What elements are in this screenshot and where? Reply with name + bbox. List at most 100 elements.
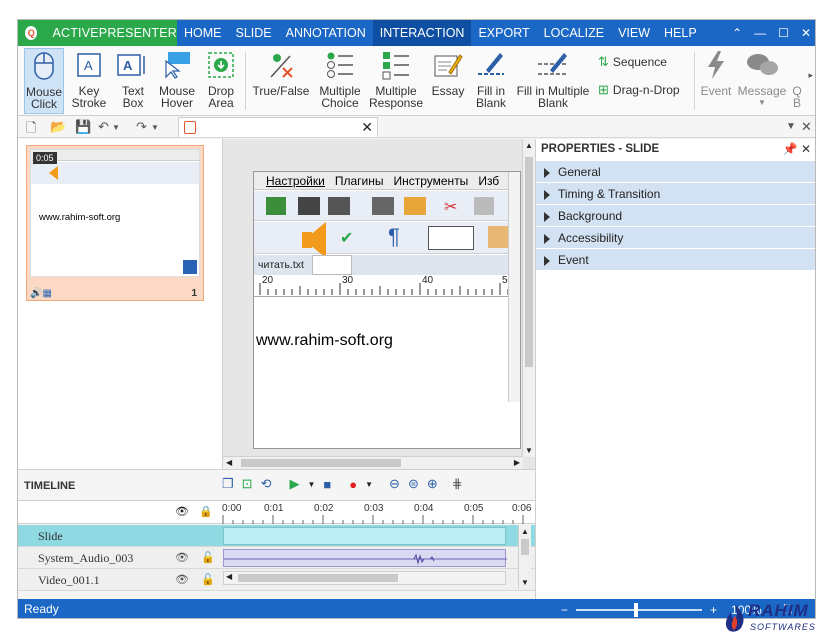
section-general[interactable]: General (536, 161, 815, 183)
scroll-up-icon[interactable]: ▲ (525, 141, 533, 150)
close-tab-icon[interactable]: ✕ (361, 119, 373, 136)
undo-dropdown-icon[interactable]: ▼ (112, 123, 120, 132)
slide-thumbnail[interactable]: 0:05 www.rahim-soft.org 🔊▦ 1 (26, 145, 204, 301)
track-system-audio[interactable]: System_Audio_003 👁 🔓 (18, 547, 535, 569)
save-icon[interactable]: 💾 (75, 119, 91, 135)
close-icon[interactable]: ✕ (801, 26, 811, 40)
audio-track-bar[interactable] (223, 549, 507, 567)
drag-n-drop-button[interactable]: ⊞ Drag-n-Drop (598, 82, 680, 98)
track-video[interactable]: Video_001.1 👁 🔓 ◀ (18, 569, 535, 591)
section-event[interactable]: Event (536, 249, 815, 271)
key-stroke-label-2: Stroke (71, 96, 107, 110)
menu-export[interactable]: EXPORT (471, 20, 536, 46)
open-folder-icon[interactable]: 📂 (50, 119, 66, 135)
close-doc-icon[interactable]: ✕ (801, 119, 812, 135)
zoom-in-button[interactable]: + (710, 603, 717, 617)
layers-icon[interactable]: ❐ (222, 476, 234, 492)
lock-icon[interactable]: 🔓 (201, 573, 215, 586)
lock-icon[interactable]: 🔓 (201, 551, 215, 564)
scroll-left-icon[interactable]: ◀ (226, 572, 232, 581)
pin-icon[interactable]: 📌 (783, 142, 798, 156)
zoom-slider-thumb[interactable] (634, 602, 639, 617)
true-false-button[interactable]: True/False (252, 48, 310, 114)
text-box-button[interactable]: A Text Box (114, 48, 152, 114)
slide-track-bar[interactable] (223, 527, 506, 545)
redo-dropdown-icon[interactable]: ▼ (151, 123, 159, 132)
panel-options-icon[interactable]: ▼ (786, 121, 796, 132)
track-slide[interactable]: Slide (18, 525, 535, 547)
scroll-thumb[interactable] (238, 574, 398, 582)
lock-icon[interactable]: 🔒 (199, 505, 213, 518)
visibility-icon[interactable]: 👁 (175, 505, 189, 518)
zoom-slider[interactable] (576, 602, 703, 617)
scroll-down-icon[interactable]: ▼ (525, 446, 533, 455)
scroll-thumb[interactable] (241, 459, 401, 467)
timeline-horizontal-scrollbar[interactable]: ◀ (223, 571, 506, 585)
mouse-click-button[interactable]: Mouse Click (24, 48, 64, 114)
play-dropdown-icon[interactable]: ▼ (307, 480, 315, 489)
multiple-choice-button[interactable]: Multiple Choice (316, 48, 364, 114)
redo-icon[interactable]: ↷ (136, 119, 147, 135)
maximize-icon[interactable]: ☐ (778, 26, 789, 40)
scroll-thumb[interactable] (525, 157, 533, 367)
zoom-out-button[interactable]: − (561, 603, 568, 617)
captured-ruler: 20 30 40 50 (254, 275, 520, 297)
record-icon[interactable]: ● (349, 477, 357, 492)
menu-slide[interactable]: SLIDE (229, 20, 279, 46)
timeline-time-label: 0:00 (222, 503, 242, 514)
collapse-ribbon-icon[interactable]: ⌃ (732, 26, 742, 40)
message-dropdown-icon[interactable]: ▼ (758, 97, 766, 109)
record-dropdown-icon[interactable]: ▼ (365, 480, 373, 489)
audio-waveform (224, 553, 507, 565)
window-controls: ⌃ — ☐ ✕ (732, 20, 811, 46)
menu-localize[interactable]: LOCALIZE (537, 20, 611, 46)
section-background[interactable]: Background (536, 205, 815, 227)
slide-content-image[interactable]: Настройки Плагины Инструменты Изб ✂ ✔ ¶ (253, 171, 521, 449)
stop-icon[interactable]: ■ (323, 477, 331, 492)
essay-button[interactable]: Essay (429, 48, 467, 114)
play-icon[interactable]: ▶ (289, 476, 299, 492)
menu-interaction[interactable]: INTERACTION (372, 20, 472, 46)
undo-icon[interactable]: ↶ (98, 119, 109, 135)
drop-area-button[interactable]: Drop Area (203, 48, 239, 114)
section-accessibility[interactable]: Accessibility (536, 227, 815, 249)
document-tab[interactable]: ✕ (178, 117, 378, 137)
message-button[interactable]: Message ▼ (738, 48, 786, 114)
menu-help[interactable]: HELP (657, 20, 704, 46)
multiple-response-button[interactable]: Multiple Response (369, 48, 423, 114)
scroll-up-icon[interactable]: ▲ (521, 527, 529, 536)
zoom-fit-icon[interactable]: ⊜ (408, 476, 419, 492)
visibility-icon[interactable]: 👁 (175, 551, 189, 564)
zoom-out-icon[interactable]: ⊖ (389, 476, 400, 492)
split-icon[interactable]: ⋕ (452, 476, 463, 492)
menu-home[interactable]: HOME (177, 20, 229, 46)
new-file-icon[interactable]: 🗋 (26, 119, 36, 141)
scroll-left-icon[interactable]: ◀ (226, 458, 232, 467)
timeline-vertical-scrollbar[interactable]: ▲ ▼ (518, 525, 531, 589)
visibility-icon[interactable]: 👁 (175, 573, 189, 586)
minimize-icon[interactable]: — (754, 26, 766, 40)
scroll-thumb[interactable] (521, 539, 529, 555)
canvas-vertical-scrollbar[interactable]: ▲ ▼ (522, 139, 535, 457)
more-button[interactable]: Q B (790, 48, 804, 114)
menu-annotation[interactable]: ANNOTATION (279, 20, 373, 46)
zoom-in-icon[interactable]: ⊕ (427, 476, 438, 492)
close-panel-icon[interactable]: ✕ (801, 142, 811, 156)
loop-icon[interactable]: ⟲ (261, 476, 272, 492)
fill-in-multiple-blank-button[interactable]: Fill in Multiple Blank (515, 48, 591, 114)
app-badge[interactable]: Q ACTIVEPRESENTER (18, 20, 177, 46)
menu-view[interactable]: VIEW (611, 20, 657, 46)
ribbon-scroll-right-icon[interactable]: ▸ (808, 70, 813, 81)
scroll-down-icon[interactable]: ▼ (521, 578, 529, 587)
mouse-hover-button[interactable]: Mouse Hover (157, 48, 197, 114)
canvas-horizontal-scrollbar[interactable]: ◀ ▶ (223, 456, 523, 469)
track-icons: 👁 🔓 (175, 551, 215, 564)
sequence-button[interactable]: ⇅ Sequence (598, 54, 667, 70)
section-timing-transition[interactable]: Timing & Transition (536, 183, 815, 205)
event-button[interactable]: Event (699, 48, 733, 114)
key-stroke-button[interactable]: A Key Stroke (70, 48, 108, 114)
app-name: ACTIVEPRESENTER (52, 26, 177, 40)
select-range-icon[interactable]: ⊡ (242, 476, 253, 492)
scroll-right-icon[interactable]: ▶ (514, 458, 520, 467)
fill-in-blank-button[interactable]: Fill in Blank (471, 48, 511, 114)
